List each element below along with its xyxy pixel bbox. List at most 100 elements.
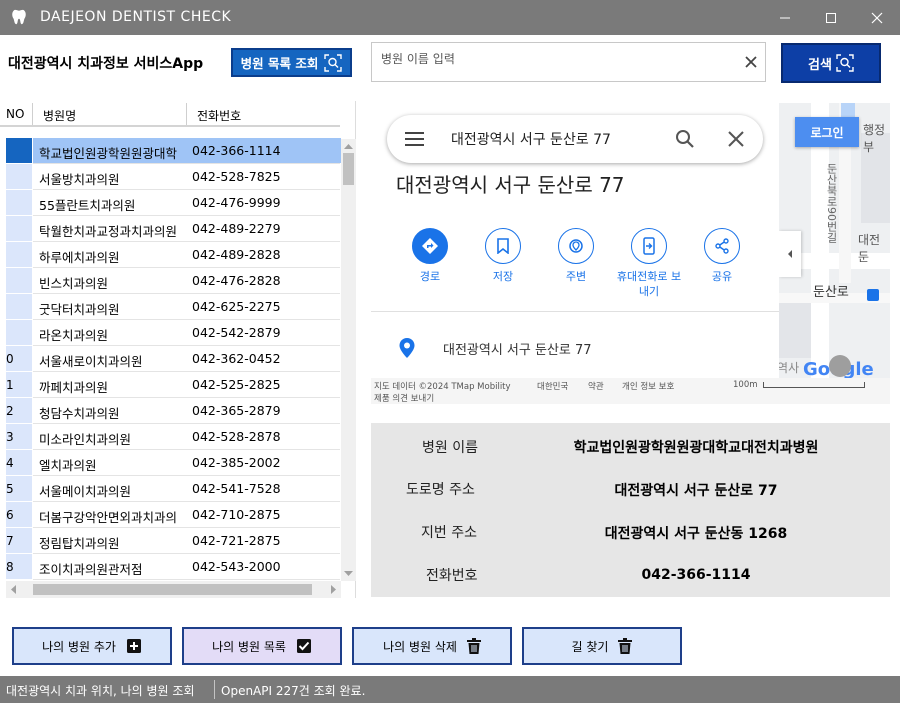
table-row[interactable]: 하루에치과의원 042-489-2828	[0, 242, 340, 268]
place-action-bookmark[interactable]: 저장	[463, 228, 543, 284]
scroll-down-icon[interactable]	[341, 567, 356, 579]
search-placeholder: 병원 이름 입력	[381, 52, 455, 66]
cell-phone: 042-710-2875	[192, 507, 281, 522]
scroll-right-icon[interactable]	[327, 581, 339, 598]
map-clear-icon[interactable]	[726, 129, 746, 149]
map-search-box[interactable]: 대전광역시 서구 둔산로 77	[387, 115, 763, 163]
row-header-cell[interactable]	[6, 216, 32, 241]
find-route-button[interactable]: 길 찾기	[522, 627, 682, 665]
my-hospital-list-label: 나의 병원 목록	[212, 639, 286, 654]
cell-no: 1	[6, 378, 14, 392]
map-pegman[interactable]	[829, 355, 851, 377]
column-header-phone[interactable]: 전화번호	[197, 107, 241, 124]
map-terms-link[interactable]: 약관	[588, 380, 604, 392]
row-header-cell[interactable]	[6, 190, 32, 215]
table-row[interactable]: 탁월한치과교정과치과의원 042-489-2279	[0, 216, 340, 242]
cell-name: 라온치과의원	[39, 328, 109, 343]
scroll-up-icon[interactable]	[341, 141, 356, 153]
table-row[interactable]: 4 엘치과의원 042-385-2002	[0, 450, 340, 476]
table-row[interactable]: 1 까페치과의원 042-525-2825	[0, 372, 340, 398]
row-header-cell[interactable]	[6, 268, 32, 293]
cell-no: 8	[6, 560, 14, 574]
cell-phone: 042-721-2875	[192, 533, 281, 548]
map-privacy-link[interactable]: 개인 정보 보호	[622, 380, 674, 392]
close-button[interactable]	[854, 0, 900, 35]
info-road-value: 대전광역시 서구 둔산로 77	[614, 483, 778, 499]
hospital-search-input[interactable]: 병원 이름 입력	[371, 42, 766, 82]
place-address-row[interactable]: 대전광역시 서구 둔산로 77	[371, 333, 779, 363]
column-header-no[interactable]: NO	[6, 107, 24, 121]
cell-name: 굿닥터치과의원	[39, 302, 120, 317]
place-actions: 경로 저장 주변 휴대전화로 보 내기 공유	[409, 228, 769, 308]
bookmark-icon	[485, 228, 521, 264]
vertical-scrollbar[interactable]	[341, 139, 356, 581]
horizontal-scroll-thumb[interactable]	[33, 584, 312, 595]
map-search-icon[interactable]	[674, 128, 696, 150]
place-action-send-to-phone[interactable]: 휴대전화로 보 내기	[609, 228, 689, 299]
cell-phone: 042-625-2275	[192, 299, 281, 314]
map-collapse-tab[interactable]	[779, 231, 801, 277]
row-header-cell[interactable]	[6, 164, 32, 189]
info-lot-label: 지번 주소	[421, 525, 477, 541]
table-row[interactable]: 5 서울메이치과의원 042-541-7528	[0, 476, 340, 502]
vertical-scroll-thumb[interactable]	[343, 153, 354, 185]
cell-phone: 042-543-2000	[192, 559, 281, 574]
hospital-list-button[interactable]: 병원 목록 조회	[231, 48, 352, 77]
table-row[interactable]: 8 조이치과의원관저점 042-543-2000	[0, 554, 340, 580]
table-row[interactable]: 7 정림탑치과의원 042-721-2875	[0, 528, 340, 554]
map-scale-label: 100m	[733, 380, 758, 390]
info-name-label: 병원 이름	[422, 440, 478, 456]
place-action-nearby[interactable]: 주변	[536, 228, 616, 284]
cell-phone: 042-489-2828	[192, 247, 281, 262]
my-hospital-list-button[interactable]: 나의 병원 목록	[182, 627, 342, 665]
map-feedback-link[interactable]: 제품 의견 보내기	[374, 392, 434, 404]
delete-my-hospital-label: 나의 병원 삭제	[383, 639, 457, 654]
place-action-directions[interactable]: 경로	[390, 228, 470, 284]
row-header-cell[interactable]	[6, 320, 32, 345]
cell-phone: 042-362-0452	[192, 351, 281, 366]
map-country-link[interactable]: 대한민국	[537, 380, 568, 392]
row-header-cell[interactable]	[6, 242, 32, 267]
table-row[interactable]: 학교법인원광학원원광대학 042-366-1114	[0, 138, 341, 164]
horizontal-scrollbar[interactable]	[6, 581, 341, 598]
share-icon	[704, 228, 740, 264]
table-row[interactable]: 서울방치과의원 042-528-7825	[0, 164, 340, 190]
clear-icon[interactable]	[741, 52, 761, 72]
map-label-road-vertical: 둔산북로90번길	[825, 163, 838, 243]
search-button[interactable]: 검색	[781, 43, 881, 83]
table-row[interactable]: 3 미소라인치과의원 042-528-2878	[0, 424, 340, 450]
table-row[interactable]: 6 더봄구강악안면외과치과의 042-710-2875	[0, 502, 340, 528]
cell-name: 서울메이치과의원	[39, 484, 132, 499]
info-phone-value: 042-366-1114	[641, 567, 751, 583]
row-header-cell[interactable]	[6, 138, 32, 163]
place-action-label: 주변	[565, 270, 587, 283]
cell-name: 조이치과의원관저점	[39, 562, 143, 577]
row-header-cell[interactable]	[6, 294, 32, 319]
info-phone-label: 전화번호	[426, 568, 478, 584]
minimize-button[interactable]	[762, 0, 808, 35]
table-row[interactable]: 빈스치과의원 042-476-2828	[0, 268, 340, 294]
place-title: 대전광역시 서구 둔산로 77	[396, 173, 625, 197]
table-row[interactable]: 2 청담수치과의원 042-365-2879	[0, 398, 340, 424]
table-row[interactable]: 굿닥터치과의원 042-625-2275	[0, 294, 340, 320]
cell-name: 하루에치과의원	[39, 250, 120, 265]
table-row[interactable]: 55플란트치과의원 042-476-9999	[0, 190, 340, 216]
table-row[interactable]: 라온치과의원 042-542-2879	[0, 320, 340, 346]
scroll-left-icon[interactable]	[8, 581, 20, 598]
table-row[interactable]: 0 서울새로이치과의원 042-362-0452	[0, 346, 340, 372]
menu-icon[interactable]	[404, 131, 426, 147]
place-action-share[interactable]: 공유	[682, 228, 762, 284]
hospital-info-panel: 병원 이름 학교법인원광학원원광대학교대전치과병원 도로명 주소 대전광역시 서…	[371, 423, 890, 597]
trash-icon	[618, 638, 633, 654]
column-header-name[interactable]: 병원명	[43, 107, 76, 124]
place-action-label: 저장	[492, 270, 514, 283]
maximize-button[interactable]	[808, 0, 854, 35]
map-label-place1: 행정부	[863, 123, 886, 154]
map-view[interactable]: 행정부 대전둔 둔산로 둔산북로90번길 병역사 Google 대전광역시 서구…	[371, 103, 890, 404]
place-action-label: 경로	[419, 270, 441, 283]
map-login-button[interactable]: 로그인	[795, 117, 859, 147]
add-my-hospital-button[interactable]: 나의 병원 추가	[12, 627, 172, 665]
delete-my-hospital-button[interactable]: 나의 병원 삭제	[352, 627, 512, 665]
hospital-grid[interactable]: NO 병원명 전화번호 학교법인원광학원원광대학 042-366-1114 서울방치…	[0, 101, 356, 598]
close-icon	[871, 12, 883, 23]
